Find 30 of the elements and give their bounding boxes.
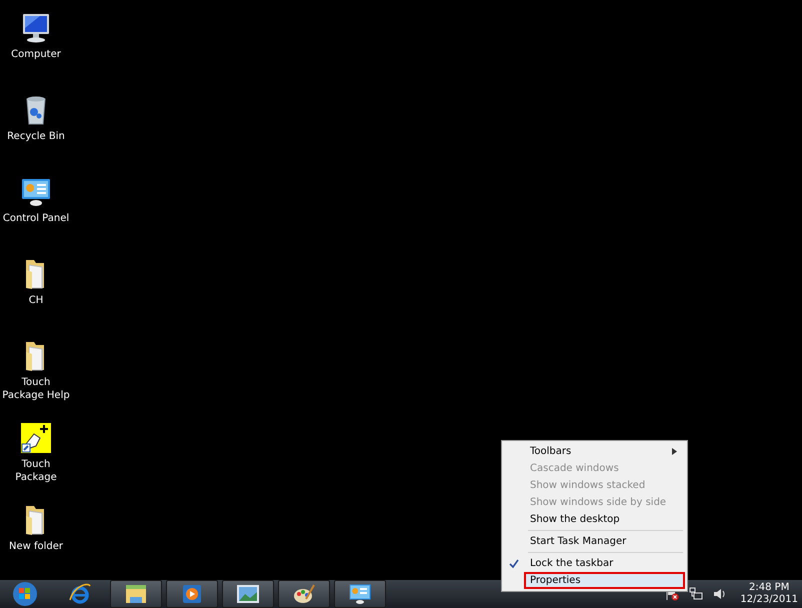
desktop-icon-label[interactable]: Touch Package <box>1 458 71 484</box>
control-panel-icon <box>348 583 372 605</box>
clock[interactable]: 2:48 PM 12/23/2011 <box>740 582 798 606</box>
folder-icon <box>124 583 148 605</box>
control-panel-icon[interactable] <box>20 176 52 208</box>
network-icon[interactable] <box>689 587 704 601</box>
taskbar-button[interactable] <box>278 580 330 608</box>
clock-date: 12/23/2011 <box>740 594 798 606</box>
taskbar-button[interactable] <box>110 580 162 608</box>
menu-item[interactable]: Lock the taskbar <box>524 555 685 572</box>
desktop-icon-label[interactable]: Control Panel <box>1 212 71 225</box>
desktop-icon-label[interactable]: Computer <box>1 48 71 61</box>
speaker-icon[interactable] <box>713 587 728 601</box>
clock-time: 2:48 PM <box>749 582 790 594</box>
desktop-icon-label[interactable]: CH <box>1 294 71 307</box>
play-icon <box>182 584 202 604</box>
monitor-icon[interactable] <box>20 12 52 44</box>
menu-item[interactable]: Show the desktop <box>524 511 685 528</box>
desktop-icon-label[interactable]: Touch Package Help <box>1 376 71 402</box>
desktop-icon-label[interactable]: New folder <box>1 540 71 553</box>
menu-item[interactable]: Properties <box>524 572 685 589</box>
browser-icon <box>68 582 92 606</box>
menu-item[interactable]: Start Task Manager <box>524 533 685 550</box>
taskbar-button[interactable] <box>166 580 218 608</box>
palette-icon <box>292 583 316 605</box>
taskbar-button[interactable] <box>222 580 274 608</box>
desktop-icon-label[interactable]: Recycle Bin <box>1 130 71 143</box>
menu-item[interactable]: Toolbars <box>524 443 685 460</box>
taskbar-button[interactable] <box>334 580 386 608</box>
landscape-picture-icon <box>236 584 260 604</box>
